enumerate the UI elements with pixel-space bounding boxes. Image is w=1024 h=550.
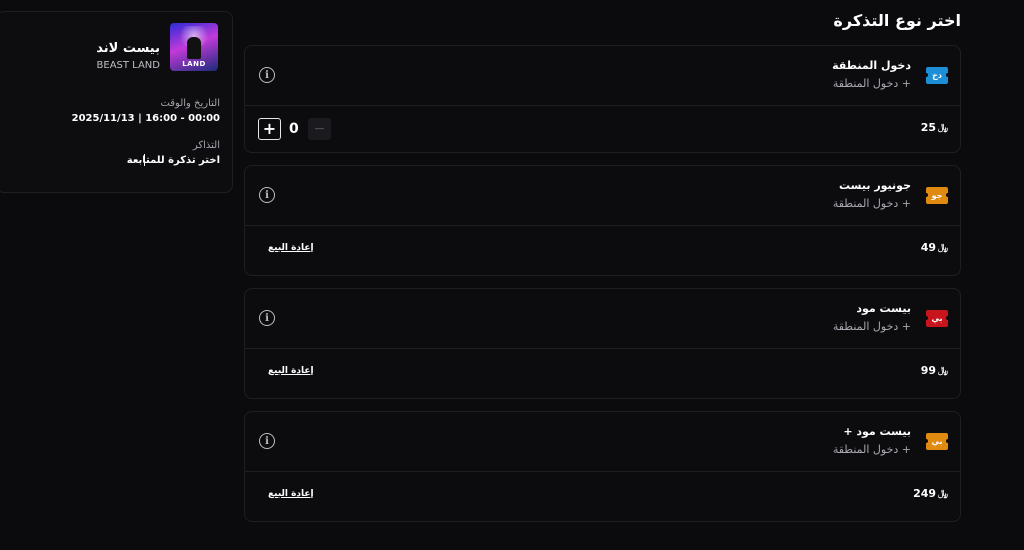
ticket-subtitle: + دخول المنطقة [832, 320, 911, 333]
ticket-name: دخول المنطقة [832, 59, 911, 72]
ticket-price: 249 ﷼ [913, 487, 948, 500]
riyal-icon: ﷼ [938, 242, 948, 253]
tickets-label: التذاكر [192, 140, 220, 151]
decrease-quantity-button[interactable]: − [308, 118, 331, 140]
ticket-price: 99 ﷼ [921, 364, 948, 377]
resale-link[interactable]: إعادة البيع [268, 366, 314, 376]
divider [245, 105, 960, 106]
ticket-card: بي بيست مود + + دخول المنطقة i 249 ﷼ إعا… [244, 411, 961, 522]
ticket-price: 25 ﷼ [921, 121, 948, 134]
ticket-icon: بي [924, 310, 950, 327]
info-icon[interactable]: i [259, 187, 275, 203]
price-value: 25 [920, 121, 937, 134]
riyal-icon: ﷼ [938, 365, 948, 376]
ticket-name: بيست مود + [843, 425, 911, 438]
ticket-name: جونيور بيست [839, 179, 911, 192]
price-value: 49 [920, 241, 937, 254]
divider [245, 225, 960, 226]
info-icon[interactable]: i [259, 310, 275, 326]
page-title: اختر نوع التذكرة [833, 11, 961, 30]
event-name: بيست لاند [96, 41, 160, 56]
ticket-selection-page: LAND بيست لاند BEAST LAND التاريخ والوقت… [0, 0, 1024, 550]
divider [245, 471, 960, 472]
ticket-subtitle: + دخول المنطقة [832, 77, 911, 90]
event-summary-card: LAND بيست لاند BEAST LAND التاريخ والوقت… [0, 11, 233, 193]
ticket-price: 49 ﷼ [921, 241, 948, 254]
text-caret [144, 154, 145, 166]
ticket-icon: بي [924, 433, 950, 450]
ticket-card: جو جونيور بيست + دخول المنطقة i 49 ﷼ إعا… [244, 165, 961, 276]
riyal-icon: ﷼ [938, 122, 948, 133]
resale-link[interactable]: إعادة البيع [268, 489, 314, 499]
thumbnail-figure [187, 37, 201, 59]
price-value: 249 [913, 487, 937, 500]
quantity-value: 0 [289, 121, 299, 137]
tickets-value: اختر تذكرة للمتابعة [126, 155, 220, 166]
resale-link[interactable]: إعادة البيع [268, 243, 314, 253]
ticket-card: بي بيست مود + دخول المنطقة i 99 ﷼ إعادة … [244, 288, 961, 399]
info-icon[interactable]: i [259, 67, 275, 83]
datetime-label: التاريخ والوقت [160, 98, 220, 109]
riyal-icon: ﷼ [938, 488, 948, 499]
ticket-card: دخ دخول المنطقة + دخول المنطقة i 25 ﷼ − … [244, 45, 961, 153]
ticket-icon: جو [924, 187, 950, 204]
event-name-english: BEAST LAND [96, 60, 160, 71]
ticket-subtitle: + دخول المنطقة [832, 197, 911, 210]
info-icon[interactable]: i [259, 433, 275, 449]
divider [245, 348, 960, 349]
ticket-name: بيست مود [856, 302, 911, 315]
ticket-subtitle: + دخول المنطقة [832, 443, 911, 456]
event-thumbnail: LAND [170, 23, 218, 71]
price-value: 99 [920, 364, 937, 377]
ticket-icon: دخ [924, 67, 950, 84]
datetime-value: 2025/11/13 | 16:00 - 00:00 [71, 113, 220, 124]
thumbnail-logo-text: LAND [182, 60, 206, 68]
increase-quantity-button[interactable]: + [258, 118, 281, 140]
